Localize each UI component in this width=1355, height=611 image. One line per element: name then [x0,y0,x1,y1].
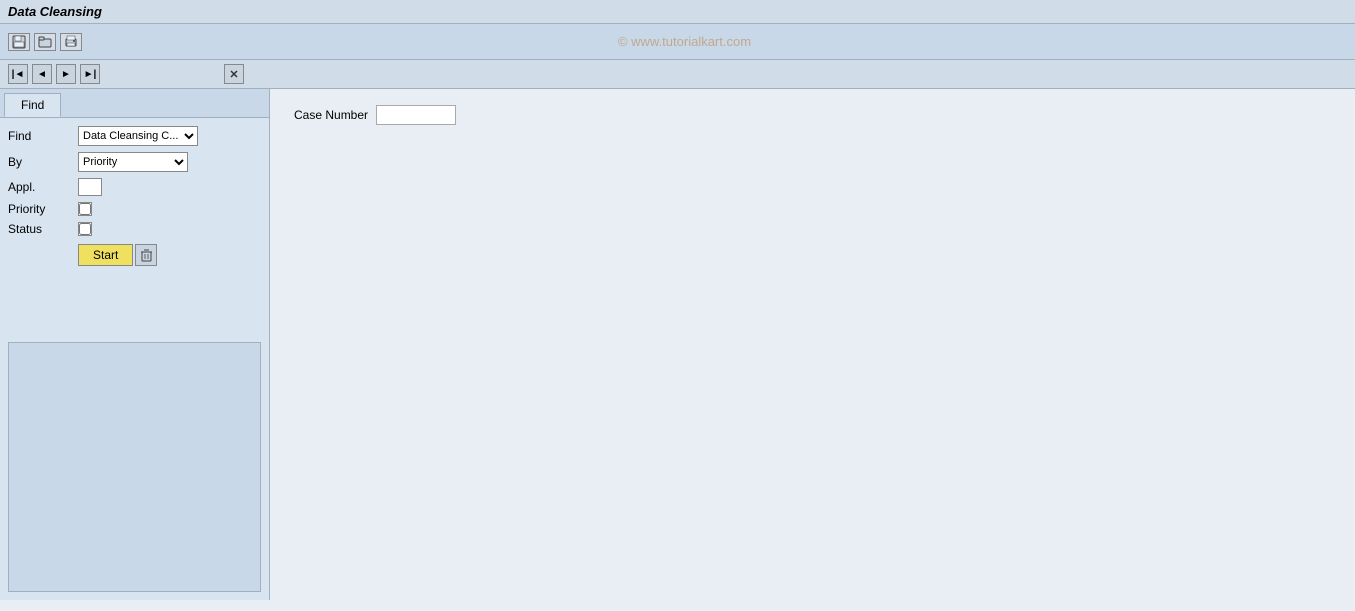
open-icon[interactable] [34,33,56,51]
tab-find[interactable]: Find [4,93,61,117]
title-bar: Data Cleansing [0,0,1355,24]
toolbar-row: © www.tutorialkart.com [0,24,1355,60]
left-panel: Find Find Data Cleansing C... By Priorit… [0,89,270,600]
delete-button[interactable] [135,244,157,266]
priority-label: Priority [8,202,78,216]
priority-row: Priority [8,202,261,216]
case-number-input[interactable] [376,105,456,125]
start-button[interactable]: Start [78,244,133,266]
save-icon[interactable] [8,33,30,51]
by-label: By [8,155,78,169]
close-button[interactable]: ✕ [224,64,244,84]
case-number-row: Case Number [294,105,1331,125]
find-label: Find [8,129,78,143]
by-row: By Priority Status Application Case Numb… [8,152,261,172]
priority-checkbox[interactable] [78,202,92,216]
button-row: Start [78,244,261,266]
nav-prev-button[interactable]: ◄ [32,64,52,84]
print-icon[interactable] [60,33,82,51]
nav-next-button[interactable]: ► [56,64,76,84]
status-label: Status [8,222,78,236]
nav-toolbar: |◄ ◄ ► ►| ✕ [0,60,1355,89]
form-area: Find Data Cleansing C... By Priority Sta… [0,118,269,338]
nav-last-button[interactable]: ►| [80,64,100,84]
right-panel: Case Number [270,89,1355,600]
case-number-label: Case Number [294,108,368,122]
toolbar-icons [8,33,82,51]
appl-row: Appl. [8,178,261,196]
appl-label: Appl. [8,180,78,194]
nav-first-button[interactable]: |◄ [8,64,28,84]
appl-input[interactable] [78,178,102,196]
find-row: Find Data Cleansing C... [8,126,261,146]
by-select[interactable]: Priority Status Application Case Number [78,152,188,172]
priority-checkbox-input[interactable] [79,203,91,215]
app-title: Data Cleansing [8,4,102,19]
main-area: Find Find Data Cleansing C... By Priorit… [0,89,1355,600]
status-checkbox[interactable] [78,222,92,236]
status-checkbox-input[interactable] [79,223,91,235]
watermark: © www.tutorialkart.com [82,34,1287,49]
tab-bar: Find [0,89,269,118]
results-area [8,342,261,592]
find-select[interactable]: Data Cleansing C... [78,126,198,146]
status-row: Status [8,222,261,236]
